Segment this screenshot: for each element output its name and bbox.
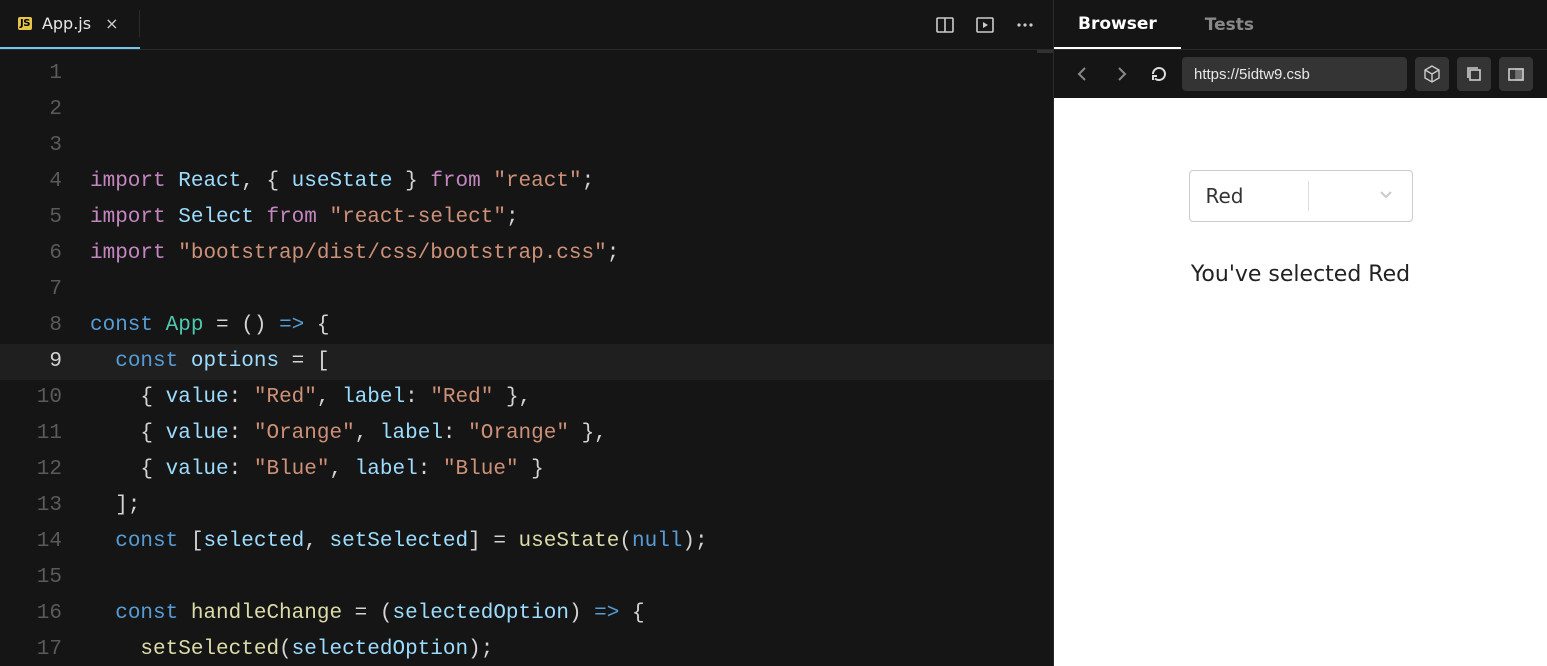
forward-button[interactable] [1106, 59, 1136, 89]
select-separator [1308, 181, 1309, 211]
select-value: Red [1206, 184, 1244, 208]
split-vertical-icon[interactable] [935, 15, 955, 35]
line-number: 10 [0, 380, 62, 416]
code-line[interactable]: import Select from "react-select"; [90, 200, 1053, 236]
line-number: 16 [0, 596, 62, 632]
code-line[interactable] [90, 560, 1053, 596]
code-line[interactable]: const [selected, setSelected] = useState… [90, 524, 1053, 560]
line-number: 4 [0, 164, 62, 200]
code-editor[interactable]: 1234567891011121314151617 import React, … [0, 50, 1053, 666]
code-line[interactable]: const handleChange = (selectedOption) =>… [90, 596, 1053, 632]
line-number: 6 [0, 236, 62, 272]
line-number: 11 [0, 416, 62, 452]
code-line[interactable]: { value: "Orange", label: "Orange" }, [90, 416, 1053, 452]
color-select[interactable]: Red [1189, 170, 1413, 222]
code-line[interactable]: const options = [ [90, 344, 1053, 380]
preview-icon[interactable] [975, 15, 995, 35]
tab-browser[interactable]: Browser [1054, 0, 1181, 49]
code-line[interactable]: setSelected(selectedOption); [90, 632, 1053, 666]
line-number: 17 [0, 632, 62, 666]
tab-filename: App.js [42, 14, 91, 33]
close-icon[interactable]: × [101, 14, 122, 33]
refresh-button[interactable] [1144, 59, 1174, 89]
line-number: 5 [0, 200, 62, 236]
editor-tab-appjs[interactable]: JS App.js × [0, 0, 140, 49]
code-line[interactable]: const App = () => { [90, 308, 1053, 344]
tab-tests[interactable]: Tests [1181, 0, 1278, 49]
rendered-app: Red You've selected Red [1054, 98, 1547, 666]
preview-toolbar [1054, 50, 1547, 98]
new-window-icon[interactable] [1457, 57, 1491, 91]
more-icon[interactable] [1015, 15, 1035, 35]
line-number: 15 [0, 560, 62, 596]
editor-tab-bar: JS App.js × [0, 0, 1053, 50]
code-line[interactable] [90, 272, 1053, 308]
line-number: 13 [0, 488, 62, 524]
preview-tab-bar: Browser Tests [1054, 0, 1547, 50]
code-line[interactable]: { value: "Red", label: "Red" }, [90, 380, 1053, 416]
preview-pane: Browser Tests Red You've se [1054, 0, 1547, 666]
editor-toolbar [935, 0, 1053, 49]
chevron-down-icon [1364, 184, 1396, 209]
code-content[interactable]: import React, { useState } from "react";… [90, 50, 1053, 666]
line-number: 14 [0, 524, 62, 560]
codesandbox-icon[interactable] [1415, 57, 1449, 91]
dock-icon[interactable] [1499, 57, 1533, 91]
selected-status-text: You've selected Red [1191, 262, 1410, 287]
js-badge-icon: JS [18, 17, 32, 30]
code-line[interactable]: ]; [90, 488, 1053, 524]
url-input[interactable] [1182, 57, 1407, 91]
line-number: 7 [0, 272, 62, 308]
line-number: 8 [0, 308, 62, 344]
editor-pane: JS App.js × 1234567891011121314151617 im… [0, 0, 1054, 666]
line-number: 3 [0, 128, 62, 164]
line-number: 2 [0, 92, 62, 128]
code-line[interactable]: { value: "Blue", label: "Blue" } [90, 452, 1053, 488]
code-line[interactable]: import "bootstrap/dist/css/bootstrap.css… [90, 236, 1053, 272]
line-number: 1 [0, 56, 62, 92]
code-line[interactable]: import React, { useState } from "react"; [90, 164, 1053, 200]
line-number: 12 [0, 452, 62, 488]
back-button[interactable] [1068, 59, 1098, 89]
